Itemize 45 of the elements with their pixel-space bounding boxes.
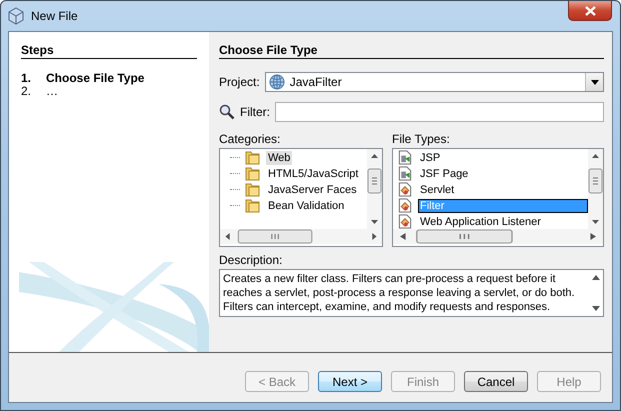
close-icon (584, 6, 596, 16)
list-label: File Types: (392, 132, 451, 146)
scroll-down-icon[interactable] (592, 306, 600, 311)
folder-icon (245, 182, 261, 197)
file-type-item[interactable]: JSF Page (418, 166, 470, 180)
description-label: Description: (219, 253, 284, 267)
close-button[interactable] (568, 1, 612, 21)
document-icon (397, 182, 413, 197)
horizontal-scrollbar[interactable] (220, 229, 382, 244)
document-icon (397, 214, 413, 229)
file-type-item[interactable]: JSP (418, 150, 442, 164)
vertical-scrollbar[interactable] (367, 149, 382, 229)
file-type-item[interactable]: Servlet (418, 182, 456, 196)
folder-icon (245, 198, 261, 213)
window-title: New File (31, 9, 78, 23)
filter-field[interactable] (275, 102, 604, 122)
document-icon (397, 166, 413, 181)
steps-heading: Steps (21, 43, 197, 59)
category-item[interactable]: Web (266, 150, 292, 164)
filter-label: Filter: (240, 105, 270, 119)
category-item[interactable]: Bean Validation (266, 198, 346, 212)
step-label: Choose File Type (46, 72, 144, 85)
document-icon (397, 198, 413, 213)
folder-icon (245, 150, 261, 165)
project-dropdown[interactable]: JavaFilter (264, 72, 604, 92)
step-number: 1. (21, 72, 32, 85)
scroll-up-icon[interactable] (592, 275, 600, 280)
description-text: Creates a new filter class. Filters can pre-process a request before it reaches a servlet, post-process a response leaving a servlet, or do both. Filters can intercept, examine, and modify requests and responses. (222, 272, 576, 315)
vertical-scrollbar[interactable] (588, 149, 603, 229)
category-item[interactable]: JavaServer Faces (266, 182, 359, 196)
file-type-item[interactable]: Web Application Listener (418, 214, 543, 228)
panel-heading: Choose File Type (219, 43, 604, 59)
dialog-button[interactable]: Next > (318, 371, 382, 392)
step-number: 2. (21, 85, 32, 98)
globe-icon (268, 74, 285, 90)
cube-icon (7, 7, 25, 25)
caret-icon (590, 80, 598, 84)
dialog-button[interactable]: Cancel (464, 371, 528, 392)
category-item[interactable]: HTML5/JavaScript (266, 166, 360, 180)
folder-icon (245, 166, 261, 181)
horizontal-scrollbar[interactable] (393, 229, 603, 244)
step-label: … (46, 85, 58, 98)
list-label: Categories: (219, 132, 282, 146)
project-label: Project: (219, 75, 260, 89)
search-icon (219, 104, 235, 120)
